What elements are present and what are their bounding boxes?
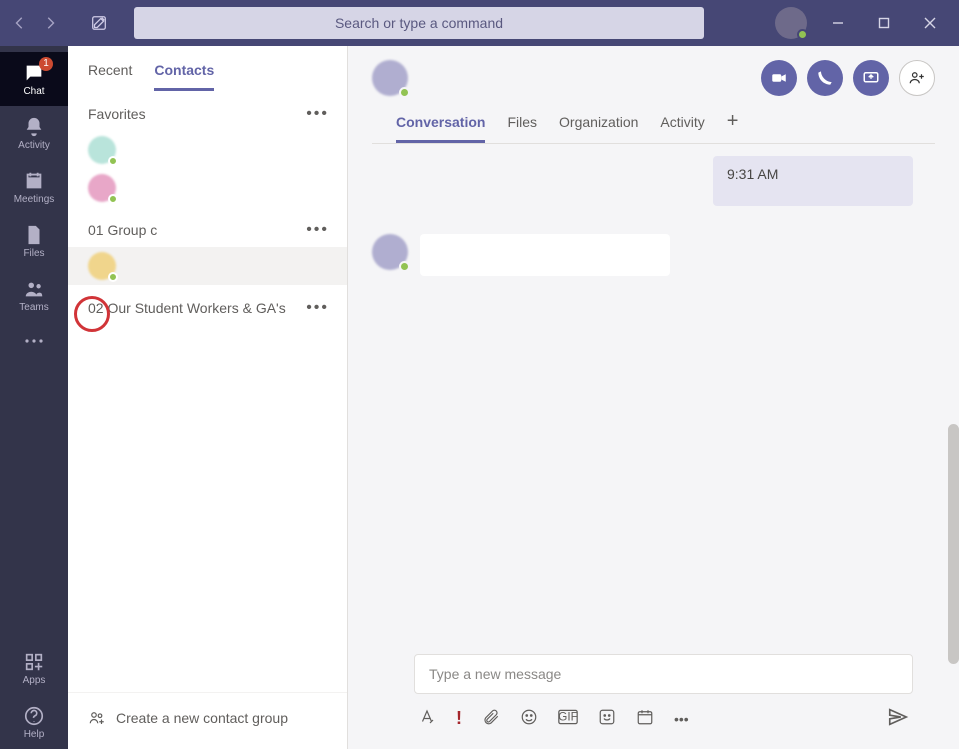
presence-available-icon bbox=[797, 29, 808, 40]
more-icon[interactable]: ••• bbox=[306, 221, 329, 239]
maximize-button[interactable] bbox=[861, 0, 907, 46]
send-button[interactable] bbox=[887, 706, 909, 731]
compose-area: Type a new message ! GIF ••• bbox=[348, 654, 959, 749]
avatar bbox=[88, 174, 116, 202]
avatar[interactable] bbox=[372, 234, 408, 270]
message-time: 9:31 AM bbox=[727, 166, 778, 182]
screen-share-button[interactable] bbox=[853, 60, 889, 96]
sticker-icon[interactable] bbox=[598, 708, 616, 729]
outgoing-message[interactable]: 9:31 AM bbox=[713, 156, 913, 206]
more-icon[interactable]: ••• bbox=[674, 711, 689, 727]
more-icon[interactable]: ••• bbox=[306, 105, 329, 123]
new-chat-button[interactable] bbox=[82, 6, 116, 40]
add-participant-button[interactable] bbox=[899, 60, 935, 96]
create-group-label: Create a new contact group bbox=[116, 710, 288, 726]
close-button[interactable] bbox=[907, 0, 953, 46]
add-group-icon bbox=[88, 709, 106, 727]
rail-chat[interactable]: 1 Chat bbox=[0, 52, 68, 106]
search-placeholder: Search or type a command bbox=[335, 15, 503, 31]
gif-icon[interactable]: GIF bbox=[558, 709, 578, 728]
tab-conversation[interactable]: Conversation bbox=[396, 114, 485, 143]
add-tab-button[interactable]: + bbox=[727, 114, 739, 143]
search-input[interactable]: Search or type a command bbox=[134, 7, 704, 39]
compose-toolbar: ! GIF ••• bbox=[414, 694, 913, 731]
rail-teams-label: Teams bbox=[19, 302, 48, 313]
history-nav bbox=[6, 9, 66, 37]
rail-meetings[interactable]: Meetings bbox=[0, 160, 68, 214]
contacts-pane: Recent Contacts Favorites ••• 01 Group c… bbox=[68, 46, 348, 749]
rail-teams[interactable]: Teams bbox=[0, 268, 68, 322]
emoji-icon[interactable] bbox=[520, 708, 538, 729]
tab-recent[interactable]: Recent bbox=[88, 62, 132, 91]
minimize-button[interactable] bbox=[815, 0, 861, 46]
list-tabs: Recent Contacts bbox=[68, 46, 347, 91]
group-name: 01 Group c bbox=[88, 222, 157, 238]
profile-button[interactable] bbox=[775, 7, 807, 39]
app-rail: 1 Chat Activity Meetings Files Teams App… bbox=[0, 46, 68, 749]
rail-files[interactable]: Files bbox=[0, 214, 68, 268]
group-header-02[interactable]: 02 Our Student Workers & GA's ••• bbox=[68, 285, 347, 325]
rail-help-label: Help bbox=[24, 729, 45, 740]
tab-activity[interactable]: Activity bbox=[660, 114, 704, 143]
rail-more[interactable] bbox=[23, 322, 45, 358]
group-name: Favorites bbox=[88, 106, 146, 122]
message-placeholder: Type a new message bbox=[429, 666, 561, 682]
contact-item[interactable] bbox=[68, 247, 347, 285]
message-input[interactable]: Type a new message bbox=[414, 654, 913, 694]
contact-item[interactable] bbox=[68, 131, 347, 169]
conversation-header bbox=[348, 46, 959, 96]
rail-activity-label: Activity bbox=[18, 140, 50, 151]
group-header-01[interactable]: 01 Group c ••• bbox=[68, 207, 347, 247]
rail-chat-label: Chat bbox=[23, 86, 44, 97]
chat-badge: 1 bbox=[39, 57, 53, 71]
rail-meetings-label: Meetings bbox=[14, 194, 55, 205]
rail-apps[interactable]: Apps bbox=[0, 641, 68, 695]
scrollbar-thumb[interactable] bbox=[948, 424, 959, 664]
tab-organization[interactable]: Organization bbox=[559, 114, 638, 143]
conversation-pane: Conversation Files Organization Activity… bbox=[348, 46, 959, 749]
svg-text:GIF: GIF bbox=[558, 710, 577, 723]
back-button[interactable] bbox=[6, 9, 34, 37]
contact-item[interactable] bbox=[68, 169, 347, 207]
avatar[interactable] bbox=[372, 60, 408, 96]
incoming-message[interactable] bbox=[420, 234, 670, 276]
title-bar: Search or type a command bbox=[0, 0, 959, 46]
rail-files-label: Files bbox=[23, 248, 44, 259]
schedule-meeting-icon[interactable] bbox=[636, 708, 654, 729]
tab-contacts[interactable]: Contacts bbox=[154, 62, 214, 91]
message-list: 9:31 AM bbox=[348, 144, 959, 654]
forward-button[interactable] bbox=[36, 9, 64, 37]
rail-apps-label: Apps bbox=[23, 675, 46, 686]
rail-help[interactable]: Help bbox=[0, 695, 68, 749]
more-icon[interactable]: ••• bbox=[306, 299, 329, 317]
avatar bbox=[88, 252, 116, 280]
avatar bbox=[88, 136, 116, 164]
important-icon[interactable]: ! bbox=[456, 708, 462, 729]
conversation-tabs: Conversation Files Organization Activity… bbox=[372, 96, 935, 144]
group-name: 02 Our Student Workers & GA's bbox=[88, 300, 286, 316]
video-call-button[interactable] bbox=[761, 60, 797, 96]
attach-icon[interactable] bbox=[482, 708, 500, 729]
presence-available-icon bbox=[399, 87, 410, 98]
format-icon[interactable] bbox=[418, 708, 436, 729]
rail-activity[interactable]: Activity bbox=[0, 106, 68, 160]
group-header-favorites[interactable]: Favorites ••• bbox=[68, 91, 347, 131]
tab-files[interactable]: Files bbox=[507, 114, 537, 143]
create-contact-group-button[interactable]: Create a new contact group bbox=[68, 692, 347, 749]
audio-call-button[interactable] bbox=[807, 60, 843, 96]
